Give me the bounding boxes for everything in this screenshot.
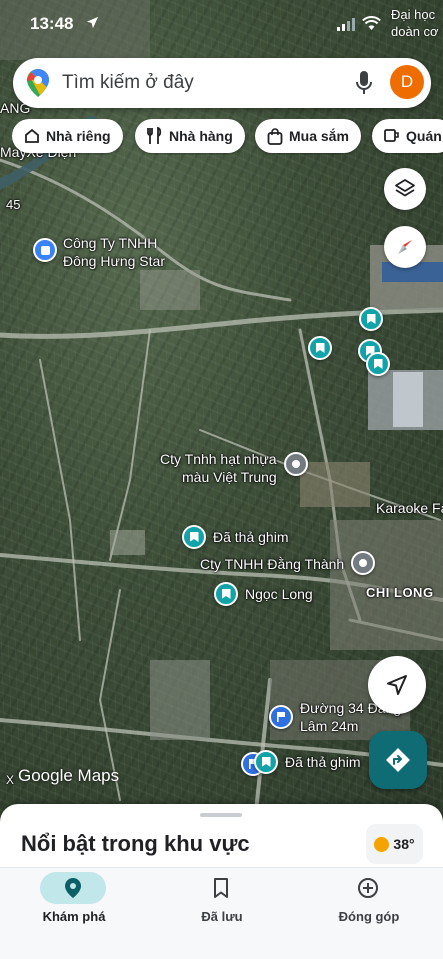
nav-explore[interactable]: Khám phá bbox=[0, 868, 148, 948]
wifi-icon bbox=[362, 16, 381, 30]
nav-contribute[interactable]: Đóng góp bbox=[295, 868, 443, 948]
place-label-dong-hung-star[interactable]: Đông Hưng Star bbox=[63, 253, 165, 270]
sun-icon bbox=[374, 836, 390, 852]
nav-label: Đã lưu bbox=[201, 909, 243, 924]
sheet-title: Nổi bật trong khu vực bbox=[21, 831, 250, 856]
add-circle-icon bbox=[358, 878, 378, 898]
layers-icon bbox=[395, 179, 415, 197]
place-label-ngoc-long[interactable]: Ngọc Long bbox=[245, 586, 313, 603]
pinned-place-label[interactable]: Đã thả ghim bbox=[285, 754, 360, 771]
chip-label: Mua sắm bbox=[289, 128, 349, 144]
chip-coffee[interactable]: Quán bbox=[372, 119, 443, 153]
street-pin-icon[interactable] bbox=[269, 705, 293, 729]
place-label-viet-trung[interactable]: Cty Tnhh hạt nhựa bbox=[160, 451, 277, 468]
chip-home[interactable]: Nhà riêng bbox=[12, 119, 123, 153]
business-pin-icon[interactable] bbox=[284, 452, 308, 476]
location-arrow-icon bbox=[86, 16, 99, 29]
bottom-sheet[interactable]: Nổi bật trong khu vực 38° bbox=[0, 804, 443, 874]
bookmark-icon bbox=[214, 878, 228, 898]
place-label-duong-34[interactable]: Lâm 24m bbox=[300, 718, 358, 735]
place-label-viet-trung[interactable]: màu Việt Trung bbox=[182, 469, 277, 486]
chip-shopping[interactable]: Mua sắm bbox=[255, 119, 361, 153]
shopping-bag-icon bbox=[267, 127, 283, 145]
place-label-dang-thanh[interactable]: Cty TNHH Đằng Thành bbox=[200, 556, 344, 573]
home-icon bbox=[25, 128, 39, 143]
sheet-drag-handle[interactable] bbox=[200, 813, 242, 817]
google-maps-watermark: Google Maps bbox=[18, 766, 120, 785]
saved-pin-icon[interactable] bbox=[366, 352, 390, 376]
nav-label: Khám phá bbox=[42, 909, 106, 924]
road-number-label: 45 bbox=[6, 197, 21, 212]
pinned-place-label[interactable]: Đã thả ghim bbox=[213, 529, 288, 546]
status-bar: 13:48 Đại học doàn cơ bbox=[0, 0, 443, 48]
restaurant-icon bbox=[147, 127, 162, 144]
search-bar[interactable]: Tìm kiếm ở đây D bbox=[13, 58, 431, 108]
place-label-dong-hung-star[interactable]: Công Ty TNHH bbox=[63, 235, 157, 252]
status-time: 13:48 bbox=[30, 14, 74, 33]
saved-pin-icon[interactable] bbox=[182, 525, 206, 549]
saved-pin-icon[interactable] bbox=[359, 307, 383, 331]
chip-label: Quán bbox=[406, 128, 442, 144]
status-carrier-text: Đại học doàn cơ bbox=[391, 7, 439, 39]
nav-label: Đóng góp bbox=[338, 909, 400, 924]
nav-saved[interactable]: Đã lưu bbox=[148, 868, 296, 948]
chip-label: Nhà hàng bbox=[169, 128, 233, 144]
search-input[interactable]: Tìm kiếm ở đây bbox=[62, 72, 194, 94]
microphone-icon[interactable] bbox=[356, 71, 372, 95]
shopping-pin-icon[interactable] bbox=[33, 238, 57, 262]
business-pin-icon[interactable] bbox=[351, 551, 375, 575]
place-label-karaoke[interactable]: Karaoke Fa bbox=[376, 500, 443, 517]
chip-label: Nhà riêng bbox=[46, 128, 111, 144]
location-pin-icon bbox=[65, 878, 81, 898]
signal-icon bbox=[337, 18, 355, 31]
compass-button[interactable] bbox=[384, 226, 426, 268]
temperature: 38° bbox=[393, 836, 415, 852]
saved-pin-icon[interactable] bbox=[254, 750, 278, 774]
directions-button[interactable] bbox=[369, 731, 427, 789]
navigation-arrow-icon bbox=[387, 675, 407, 695]
map-label-area: X bbox=[6, 773, 15, 787]
coffee-icon bbox=[384, 129, 399, 142]
area-label-chi-long: CHI LONG bbox=[366, 585, 434, 600]
category-chips: Nhà riêng Nhà hàng Mua sắm Quán bbox=[12, 119, 443, 155]
chip-restaurant[interactable]: Nhà hàng bbox=[135, 119, 245, 153]
account-avatar[interactable]: D bbox=[390, 65, 424, 99]
saved-pin-icon[interactable] bbox=[308, 336, 332, 360]
weather-badge[interactable]: 38° bbox=[366, 824, 423, 864]
directions-icon bbox=[386, 748, 410, 772]
saved-pin-icon[interactable] bbox=[214, 582, 238, 606]
layers-button[interactable] bbox=[384, 168, 426, 210]
maps-logo-icon bbox=[27, 69, 49, 97]
my-location-button[interactable] bbox=[368, 656, 426, 714]
bottom-navigation: Khám phá Đã lưu Đóng góp bbox=[0, 867, 443, 959]
compass-icon bbox=[398, 240, 412, 254]
